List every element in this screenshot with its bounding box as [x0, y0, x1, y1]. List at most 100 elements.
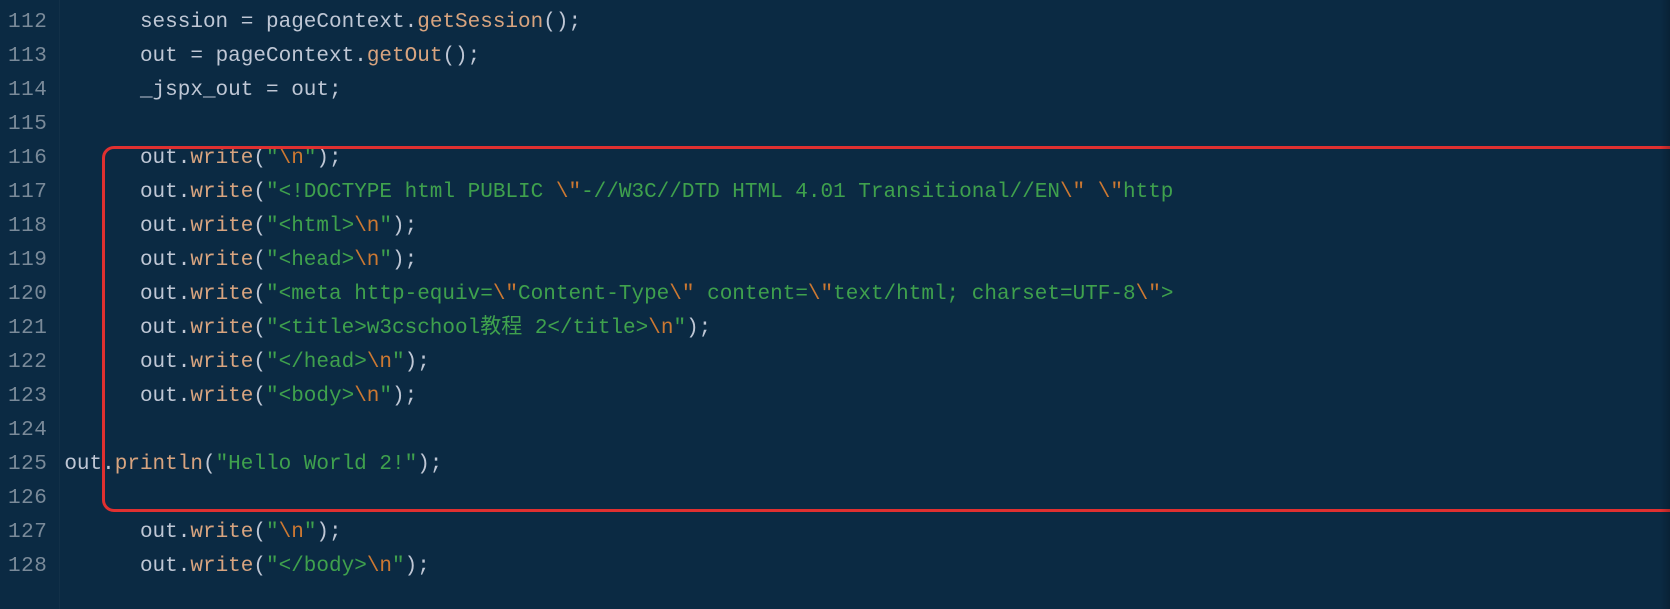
code-line[interactable]	[60, 482, 1670, 516]
code-token: "Hello World 2!"	[216, 453, 418, 476]
code-line[interactable]: _jspx_out = out;	[60, 74, 1670, 108]
code-token: (	[253, 181, 266, 204]
code-token: .	[178, 317, 191, 340]
code-line[interactable]: session = pageContext.getSession();	[60, 6, 1670, 40]
code-token: );	[392, 385, 417, 408]
code-token: .	[178, 521, 191, 544]
code-token: .	[178, 147, 191, 170]
code-token: out	[64, 453, 102, 476]
code-line[interactable]: out = pageContext.getOut();	[60, 40, 1670, 74]
code-line[interactable]: out.write("<!DOCTYPE html PUBLIC \"-//W3…	[60, 176, 1670, 210]
code-token: \n	[279, 147, 304, 170]
code-token: "<head>	[266, 249, 354, 272]
code-token: out	[140, 283, 178, 306]
code-line[interactable]: out.println("Hello World 2!");	[60, 448, 1670, 482]
indent	[64, 79, 140, 102]
line-number: 117	[8, 176, 47, 210]
code-token: _jspx_out	[140, 79, 266, 102]
code-token: =	[241, 11, 266, 34]
code-line[interactable]	[60, 108, 1670, 142]
code-token: out	[140, 45, 190, 68]
code-token: (	[253, 215, 266, 238]
code-token: out	[140, 521, 178, 544]
code-token: getOut	[367, 45, 443, 68]
code-token: (	[253, 385, 266, 408]
indent	[64, 385, 140, 408]
code-token: write	[190, 283, 253, 306]
code-token: write	[190, 351, 253, 374]
line-number: 116	[8, 142, 47, 176]
code-token: out	[140, 317, 178, 340]
code-token: "</body>	[266, 555, 367, 578]
code-token: write	[190, 555, 253, 578]
code-token: \n	[354, 249, 379, 272]
line-number: 112	[8, 6, 47, 40]
line-number: 125	[8, 448, 47, 482]
line-number: 128	[8, 550, 47, 584]
code-token: .	[178, 215, 191, 238]
line-number: 124	[8, 414, 47, 448]
code-line[interactable]	[60, 414, 1670, 448]
code-token: write	[190, 317, 253, 340]
code-token: session	[140, 11, 241, 34]
code-token: );	[316, 521, 341, 544]
indent	[64, 283, 140, 306]
code-token: );	[405, 351, 430, 374]
code-token: \"	[1060, 181, 1085, 204]
code-line[interactable]: out.write("<head>\n");	[60, 244, 1670, 278]
code-token: .	[178, 351, 191, 374]
code-line[interactable]: out.write("<meta http-equiv=\"Content-Ty…	[60, 278, 1670, 312]
line-number: 122	[8, 346, 47, 380]
code-token: "	[392, 555, 405, 578]
code-token: );	[392, 215, 417, 238]
code-token: "	[266, 147, 279, 170]
line-number: 121	[8, 312, 47, 346]
code-line[interactable]: out.write("\n");	[60, 516, 1670, 550]
code-token: \n	[279, 521, 304, 544]
code-token: -//W3C//DTD HTML 4.01 Transitional//EN	[581, 181, 1060, 204]
code-token: \n	[648, 317, 673, 340]
line-number: 115	[8, 108, 47, 142]
code-token: (	[253, 147, 266, 170]
code-token: write	[190, 147, 253, 170]
code-token: .	[178, 181, 191, 204]
code-token: pageContext	[216, 45, 355, 68]
code-editor[interactable]: 1121131141151161171181191201211221231241…	[0, 0, 1670, 609]
code-line[interactable]: out.write("<title>w3cschool教程 2</title>\…	[60, 312, 1670, 346]
code-line[interactable]: out.write("</body>\n");	[60, 550, 1670, 584]
code-token: println	[115, 453, 203, 476]
code-token: "	[379, 385, 392, 408]
code-line[interactable]: out.write("<body>\n");	[60, 380, 1670, 414]
code-token: out	[140, 351, 178, 374]
code-token: =	[266, 79, 291, 102]
code-token: (	[203, 453, 216, 476]
code-token: (	[253, 351, 266, 374]
code-token: \n	[354, 215, 379, 238]
code-token: (	[253, 317, 266, 340]
code-token: \"	[1136, 283, 1161, 306]
code-token: out	[140, 555, 178, 578]
line-number: 118	[8, 210, 47, 244]
code-area[interactable]: session = pageContext.getSession(); out …	[60, 0, 1670, 609]
indent	[64, 11, 140, 34]
code-token: \"	[493, 283, 518, 306]
code-line[interactable]: out.write("</head>\n");	[60, 346, 1670, 380]
code-token: "	[266, 521, 279, 544]
code-token: .	[178, 283, 191, 306]
code-line[interactable]: out.write("<html>\n");	[60, 210, 1670, 244]
right-shadow	[1660, 0, 1670, 609]
indent	[64, 521, 140, 544]
code-token: getSession	[417, 11, 543, 34]
indent	[64, 249, 140, 272]
code-token: ();	[442, 45, 480, 68]
code-token: (	[253, 555, 266, 578]
code-token: out	[140, 249, 178, 272]
code-token: \"	[1098, 181, 1123, 204]
code-token: "	[673, 317, 686, 340]
code-token: .	[405, 11, 418, 34]
code-token: out	[140, 147, 178, 170]
code-token: "	[304, 147, 317, 170]
code-line[interactable]: out.write("\n");	[60, 142, 1670, 176]
code-token: .	[102, 453, 115, 476]
code-token: \"	[556, 181, 581, 204]
